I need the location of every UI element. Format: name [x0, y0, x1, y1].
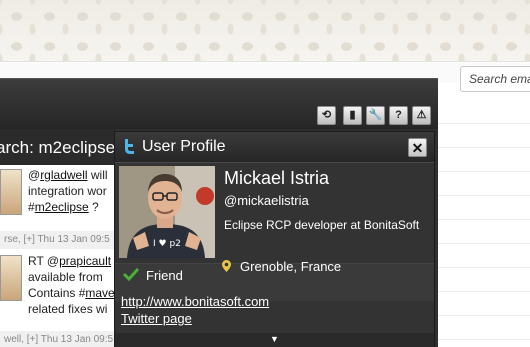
profile-avatar[interactable]: I ♥ p2 — [119, 166, 215, 258]
tweet-avatar[interactable] — [0, 169, 22, 215]
background-list — [438, 100, 530, 347]
tweet-hashtag-link[interactable]: m2eclipse — [35, 200, 89, 214]
tweet-meta: well, [+] Thu 13 Jan 09:5 — [0, 331, 116, 347]
twitter-page-link[interactable]: Twitter page — [121, 311, 192, 326]
avatar-shirt-text: I ♥ p2 — [153, 239, 181, 249]
refresh-icon[interactable]: ⟲ — [317, 106, 336, 125]
profile-handle: @mickaelistria — [224, 193, 309, 208]
app-toolbar: ⟲ ▮ 🔧 ? ⚠ — [0, 79, 438, 129]
friend-status: Friend — [146, 268, 183, 283]
background-search-input[interactable]: Search ema — [460, 66, 530, 92]
tweet-hashtag-link[interactable]: mave — [85, 286, 114, 300]
website-link[interactable]: http://www.bonitasoft.com — [121, 294, 269, 309]
pause-icon[interactable]: ▮ — [343, 106, 362, 125]
profile-header: User Profile ✕ — [115, 132, 434, 163]
expand-more-icon[interactable]: ▼ — [270, 334, 279, 344]
timeline-title: arch: m2eclipse — [0, 129, 116, 165]
help-icon[interactable]: ? — [389, 106, 408, 125]
tweet-item: @rgladwell will integration wor #m2eclip… — [0, 165, 116, 227]
tweet-user-link[interactable]: rgladwell — [40, 168, 87, 182]
tweet-meta: rse, [+] Thu 13 Jan 09:5 — [0, 231, 116, 249]
tweet-avatar[interactable] — [0, 255, 22, 301]
avatar-image: I ♥ p2 — [119, 166, 215, 258]
tweet-item: RT @prapicault available from Contains #… — [0, 251, 116, 329]
warning-icon[interactable]: ⚠ — [412, 106, 431, 125]
page-header-pattern — [0, 0, 530, 62]
check-icon — [123, 267, 139, 281]
wrench-icon[interactable]: 🔧 — [366, 106, 385, 125]
tweet-user-link[interactable]: prapicault — [59, 254, 111, 268]
profile-name: Mickael Istria — [224, 168, 330, 188]
location-pin-icon — [222, 260, 231, 272]
search-timeline: arch: m2eclipse @rgladwell will integrat… — [0, 129, 116, 347]
profile-location: Grenoble, France — [240, 259, 342, 274]
close-button[interactable]: ✕ — [408, 138, 427, 157]
user-profile-panel: User Profile ✕ I ♥ p2 Mickael Istria @mi… — [114, 131, 435, 347]
twitter-bird-icon — [125, 139, 134, 154]
profile-bio: Eclipse RCP developer at BonitaSoft — [224, 218, 420, 232]
profile-title: User Profile — [142, 138, 226, 155]
